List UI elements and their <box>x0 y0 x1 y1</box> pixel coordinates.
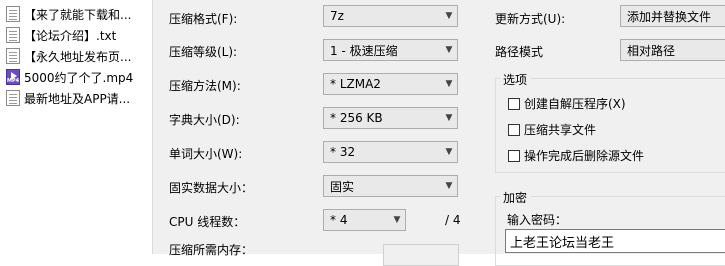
solid-size-label: 固实数据大小： <box>169 181 254 195</box>
chevron-down-icon: ▼ <box>445 113 453 123</box>
compress-shared-label: 压缩共享文件 <box>524 123 597 137</box>
chevron-down-icon: ▼ <box>445 79 453 89</box>
file-item[interactable]: 【来了就能下载和... <box>6 4 152 24</box>
file-item[interactable]: 最新地址及APP请... <box>6 88 152 108</box>
memory-label: 压缩所需内存： <box>169 243 254 257</box>
create-sfx-checkbox[interactable]: 创建自解压程序(X) <box>508 95 626 112</box>
file-list: 【来了就能下载和... 【论坛介绍】.txt 【永久地址发布页... 5000约… <box>0 0 153 254</box>
method-select[interactable]: * LZMA2 ▼ <box>323 73 458 95</box>
file-name: 最新地址及APP请... <box>24 91 131 106</box>
solid-size-select[interactable]: 固实 ▼ <box>323 175 458 197</box>
text-file-icon <box>6 27 20 43</box>
chevron-down-icon: ▼ <box>445 181 453 191</box>
chevron-down-icon: ▼ <box>393 215 401 225</box>
encryption-group-title: 加密 <box>500 189 531 206</box>
method-label: 压缩方法(M): <box>169 79 241 93</box>
solid-size-value: 固实 <box>330 179 355 194</box>
file-item[interactable]: 【论坛介绍】.txt <box>6 25 152 45</box>
compress-shared-checkbox[interactable]: 压缩共享文件 <box>508 121 596 138</box>
chevron-down-icon: ▼ <box>445 45 453 55</box>
video-file-icon <box>6 69 20 85</box>
text-file-icon <box>6 6 20 22</box>
text-file-icon <box>6 90 20 106</box>
dict-size-label: 字典大小(D): <box>169 113 240 127</box>
cpu-threads-select[interactable]: * 4 ▼ <box>323 209 406 231</box>
update-mode-select[interactable]: 添加并替换文件 <box>620 5 725 27</box>
checkbox-box[interactable] <box>508 123 520 136</box>
path-mode-label: 路径模式 <box>495 45 544 59</box>
memory-value-box <box>383 244 459 266</box>
checkbox-box[interactable] <box>508 97 520 110</box>
delete-after-label: 操作完成后删除源文件 <box>524 149 645 163</box>
password-value: 上老王论坛当老王 <box>510 235 615 251</box>
update-mode-value: 添加并替换文件 <box>627 9 712 24</box>
path-mode-value: 相对路径 <box>627 43 676 58</box>
format-value: 7z <box>330 9 344 23</box>
format-select[interactable]: 7z ▼ <box>323 5 458 27</box>
cpu-threads-max: / 4 <box>445 213 461 227</box>
word-size-label: 单词大小(W): <box>169 147 243 161</box>
format-label: 压缩格式(F): <box>169 12 238 26</box>
dict-size-select[interactable]: * 256 KB ▼ <box>323 107 458 129</box>
password-label: 输入密码： <box>507 213 568 227</box>
dict-size-value: * 256 KB <box>330 111 383 125</box>
chevron-down-icon: ▼ <box>445 11 453 21</box>
file-item[interactable]: 5000约了个了.mp4 <box>6 67 152 87</box>
options-group-title: 选项 <box>500 71 531 88</box>
path-mode-select[interactable]: 相对路径 <box>620 39 725 61</box>
checkbox-box[interactable] <box>508 149 520 162</box>
level-value: 1 - 极速压缩 <box>330 43 398 58</box>
text-file-icon <box>6 48 20 64</box>
file-name: 【永久地址发布页... <box>24 49 132 64</box>
chevron-down-icon: ▼ <box>445 147 453 157</box>
level-select[interactable]: 1 - 极速压缩 ▼ <box>323 39 458 61</box>
file-item[interactable]: 【永久地址发布页... <box>6 46 152 66</box>
cpu-threads-label: CPU 线程数： <box>169 215 246 229</box>
delete-after-checkbox[interactable]: 操作完成后删除源文件 <box>508 147 644 164</box>
method-value: * LZMA2 <box>330 77 381 91</box>
file-name: 【论坛介绍】.txt <box>24 28 117 43</box>
word-size-select[interactable]: * 32 ▼ <box>323 141 458 163</box>
cpu-threads-value: * 4 <box>330 213 348 227</box>
update-mode-label: 更新方式(U): <box>495 12 566 26</box>
password-input[interactable]: 上老王论坛当老王 <box>505 229 725 253</box>
word-size-value: * 32 <box>330 145 356 159</box>
file-name: 【来了就能下载和... <box>24 7 132 22</box>
create-sfx-label: 创建自解压程序(X) <box>524 97 626 111</box>
file-name: 5000约了个了.mp4 <box>24 70 134 85</box>
level-label: 压缩等级(L): <box>169 45 238 59</box>
compression-settings-panel: 压缩格式(F): 压缩等级(L): 压缩方法(M): 字典大小(D): 单词大小… <box>153 0 725 266</box>
